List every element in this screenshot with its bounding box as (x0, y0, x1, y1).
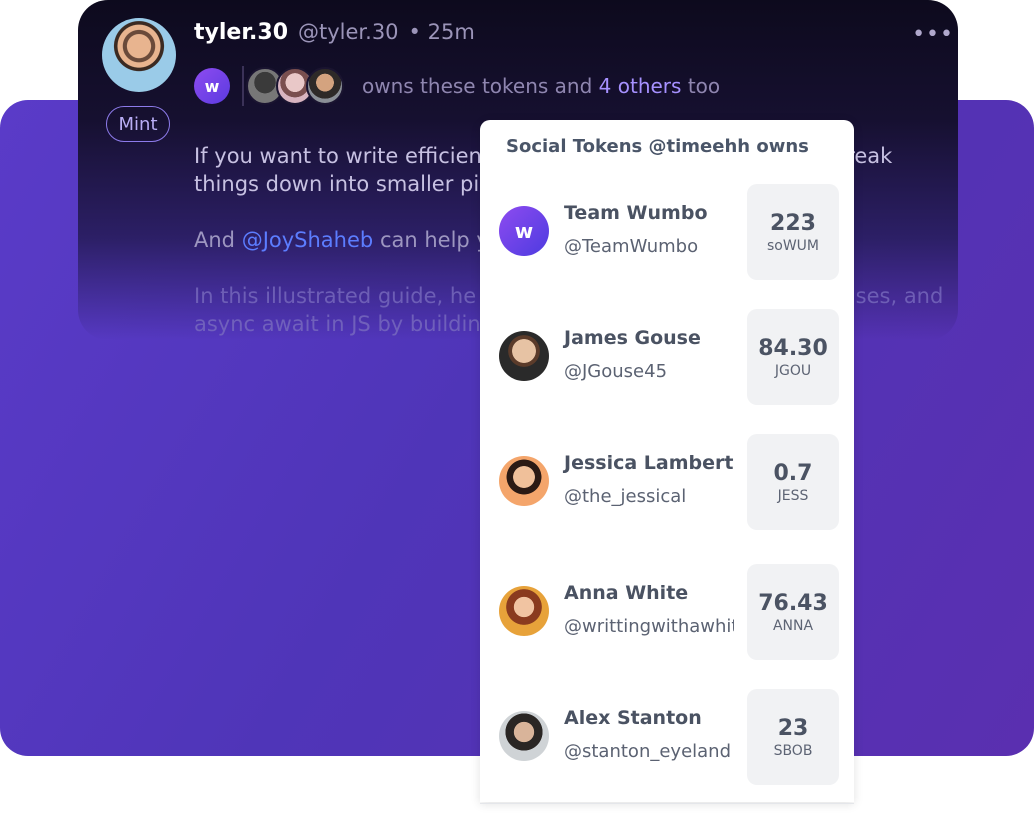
token-item-jessica-lambert[interactable]: Jessica Lambert @the_jessical 0.7 JESS (480, 434, 854, 530)
avatar (499, 456, 549, 506)
token-balance: 23 SBOB (747, 689, 839, 785)
token-item-james-gouse[interactable]: James Gouse @JGouse45 84.30 JGOU (480, 309, 854, 405)
token-amount: 0.7 (773, 460, 813, 486)
token-symbol: JGOU (774, 362, 812, 379)
token-item-alex-stanton[interactable]: Alex Stanton @stanton_eyeland 23 SBOB (480, 689, 854, 785)
mint-button[interactable]: Mint (106, 106, 170, 142)
owner-avatar[interactable] (306, 67, 344, 105)
token-symbol: ANNA (772, 617, 814, 634)
others-link[interactable]: 4 others (599, 74, 682, 98)
token-name: Anna White (564, 582, 689, 604)
divider (242, 66, 244, 106)
token-symbol: JESS (777, 487, 809, 504)
avatar (499, 331, 549, 381)
paragraph-text: And (194, 228, 236, 252)
token-handle: @TeamWumbo (564, 236, 699, 257)
token-name: Jessica Lambert (564, 452, 734, 474)
token-amount: 223 (770, 210, 816, 236)
token-symbol: SBOB (773, 742, 813, 759)
user-handle[interactable]: @tyler.30 (298, 20, 399, 44)
wumbo-logo-icon: w (499, 206, 549, 256)
avatar[interactable] (102, 18, 176, 92)
panel-title: Social Tokens @timeehh owns (506, 136, 809, 157)
mention-link[interactable]: @JoyShaheb (242, 228, 374, 252)
token-name: Alex Stanton (564, 707, 702, 729)
token-balance: 223 soWUM (747, 184, 839, 280)
token-item-team-wumbo[interactable]: w Team Wumbo @TeamWumbo 223 soWUM (480, 184, 854, 280)
token-handle: @stanton_eyeland (564, 741, 732, 762)
owners-text: owns these tokens and 4 others too (362, 74, 720, 98)
token-owners-row: w owns these tokens and 4 others too (194, 66, 720, 106)
avatar (499, 711, 549, 761)
token-handle: @writtingwithawhit (564, 616, 734, 637)
token-name: Team Wumbo (564, 202, 708, 224)
owners-text-prefix: owns these tokens and (362, 74, 593, 98)
token-symbol: soWUM (766, 237, 820, 254)
wumbo-logo-icon[interactable]: w (194, 68, 230, 104)
token-item-anna-white[interactable]: Anna White @writtingwithawhit 76.43 ANNA (480, 564, 854, 660)
tweet-header: tyler.30 @tyler.30 • 25m (194, 20, 475, 45)
token-name: James Gouse (564, 327, 701, 349)
social-tokens-panel: Social Tokens @timeehh owns w Team Wumbo… (480, 120, 854, 804)
owners-text-suffix: too (687, 74, 721, 98)
token-amount: 84.30 (758, 335, 828, 361)
token-amount: 76.43 (758, 590, 828, 616)
token-amount: 23 (777, 715, 809, 741)
avatar (499, 586, 549, 636)
token-handle: @JGouse45 (564, 361, 668, 382)
more-options-icon[interactable]: ••• (912, 22, 954, 47)
token-balance: 0.7 JESS (747, 434, 839, 530)
token-handle: @the_jessical (564, 486, 687, 507)
token-balance: 84.30 JGOU (747, 309, 839, 405)
username[interactable]: tyler.30 (194, 20, 288, 45)
token-balance: 76.43 ANNA (747, 564, 839, 660)
timestamp: • 25m (408, 20, 475, 44)
